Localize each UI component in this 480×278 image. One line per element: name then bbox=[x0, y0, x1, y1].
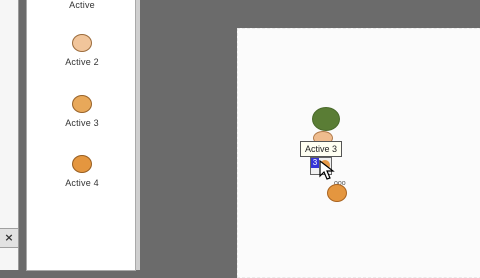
palette-item-label: Active 2 bbox=[65, 57, 99, 67]
palette-item-label: Active 3 bbox=[65, 118, 99, 128]
green-node[interactable] bbox=[312, 107, 340, 131]
circle-swatch-icon bbox=[72, 155, 92, 173]
palette-item-label: Active 4 bbox=[65, 178, 99, 188]
circle-swatch-icon bbox=[72, 95, 92, 113]
orange-node[interactable] bbox=[327, 184, 347, 202]
drawing-canvas[interactable] bbox=[237, 28, 480, 278]
palette-item-active-4[interactable]: Active 4 bbox=[27, 155, 137, 188]
palette-item-active-3[interactable]: Active 3 bbox=[27, 95, 137, 128]
circle-swatch-icon bbox=[72, 34, 92, 52]
shape-palette: Active Active 2 Active 3 Active 4 bbox=[26, 0, 136, 271]
palette-item-active-2[interactable]: Active 2 bbox=[27, 34, 137, 67]
palette-item-active[interactable]: Active bbox=[27, 0, 137, 10]
hover-tooltip: Active 3 bbox=[300, 141, 343, 157]
palette-item-label: Active bbox=[69, 0, 95, 10]
mouse-pointer-icon bbox=[319, 160, 335, 180]
close-icon[interactable]: × bbox=[0, 228, 18, 248]
